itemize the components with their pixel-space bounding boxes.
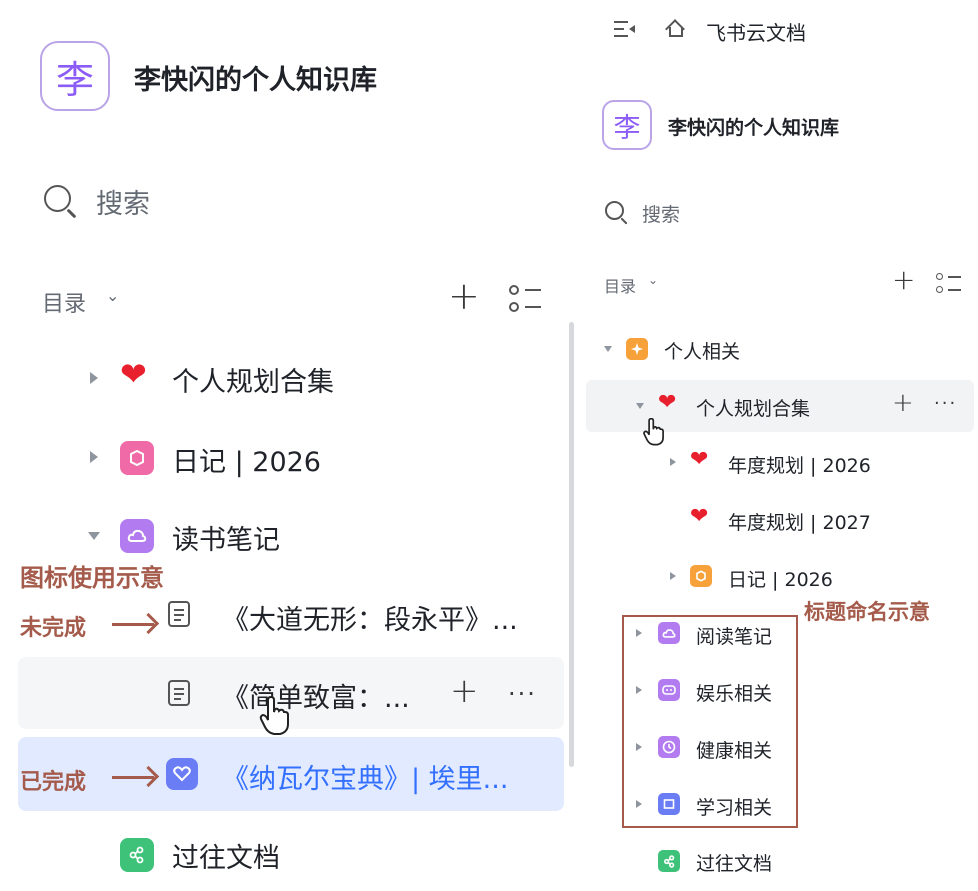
diary-icon	[120, 441, 154, 475]
tree-item-personal-plan[interactable]: 个人规划合集	[172, 360, 334, 399]
expand-toggle-icon[interactable]	[636, 629, 642, 637]
sparkle-icon	[626, 338, 648, 360]
tree-item-study[interactable]: 学习相关	[696, 793, 772, 820]
expand-toggle-icon[interactable]	[670, 458, 676, 466]
collapse-toggle-icon[interactable]	[88, 532, 100, 540]
collapse-sidebar-icon[interactable]	[614, 20, 636, 38]
tree-item-entertainment[interactable]: 娱乐相关	[696, 679, 772, 706]
left-zoomed-panel: 李 李快闪的个人知识库 搜索 目录 ⌄ + ❤ 个人规划合集 日记 | 2026…	[0, 0, 580, 891]
board-icon	[658, 793, 680, 815]
tree-item-personal-plan[interactable]: 个人规划合集	[696, 394, 810, 421]
search-icon[interactable]	[604, 200, 628, 225]
tree-item-past-docs[interactable]: 过往文档	[696, 849, 772, 876]
heart-icon: ❤	[690, 447, 709, 472]
right-sidebar-panel: 飞书云文档 李 李快闪的个人知识库 搜索 目录 ⌄ + 个人相关 ❤ 个人规划合…	[580, 0, 978, 891]
app-title[interactable]: 飞书云文档	[706, 17, 806, 46]
tree-item-past-docs[interactable]: 过往文档	[172, 836, 280, 875]
chevron-down-icon[interactable]: ⌄	[648, 273, 658, 287]
share-icon	[120, 838, 154, 872]
document-icon	[168, 601, 190, 627]
tree-item-diary[interactable]: 日记 | 2026	[728, 565, 833, 592]
expand-toggle-icon[interactable]	[636, 743, 642, 751]
tree-item-doc-dadao[interactable]: 《大道无形：段永平》...	[222, 598, 518, 637]
knowledge-base-title[interactable]: 李快闪的个人知识库	[668, 113, 839, 140]
gamepad-icon	[658, 679, 680, 701]
expand-toggle-icon[interactable]	[90, 372, 98, 384]
search-input[interactable]: 搜索	[96, 182, 150, 221]
cloud-icon	[658, 622, 680, 644]
scrollbar[interactable]	[569, 322, 574, 767]
home-icon[interactable]	[665, 18, 686, 39]
tree-item-reading-notes[interactable]: 阅读笔记	[696, 622, 772, 649]
more-options-button[interactable]: ···	[934, 393, 957, 414]
tree-item-doc-jiandan[interactable]: 《简单致富：...	[222, 676, 410, 715]
tree-item-health[interactable]: 健康相关	[696, 736, 772, 763]
expand-toggle-icon[interactable]	[670, 572, 676, 580]
chevron-down-icon[interactable]: ⌄	[106, 286, 119, 305]
expand-toggle-icon[interactable]	[90, 451, 98, 463]
heart-outline-icon	[166, 758, 198, 790]
document-icon	[168, 680, 190, 706]
knowledge-base-icon: 李	[40, 41, 110, 111]
share-icon	[658, 850, 680, 872]
cloud-icon	[120, 519, 154, 553]
list-view-icon[interactable]	[936, 272, 962, 294]
heart-icon: ❤	[658, 390, 677, 415]
knowledge-base-title[interactable]: 李快闪的个人知识库	[134, 58, 377, 97]
toc-label[interactable]: 目录	[604, 273, 636, 297]
expand-toggle-icon[interactable]	[636, 800, 642, 808]
arrow-right-icon	[112, 776, 154, 779]
search-input[interactable]: 搜索	[642, 200, 680, 227]
annotation-naming: 标题命名示意	[804, 600, 930, 624]
add-node-button[interactable]: +	[892, 266, 915, 294]
clock-icon	[658, 736, 680, 758]
collapse-toggle-icon[interactable]	[604, 346, 612, 352]
diary-icon	[690, 565, 712, 587]
tree-item-reading-notes[interactable]: 读书笔记	[172, 518, 280, 557]
tree-item-doc-naval[interactable]: 《纳瓦尔宝典》| 埃里...	[222, 757, 508, 796]
heart-icon: ❤	[690, 504, 709, 529]
tree-item-annual-2027[interactable]: 年度规划 | 2027	[728, 508, 871, 535]
add-child-button[interactable]: +	[450, 674, 479, 708]
heart-icon: ❤	[120, 355, 147, 393]
annotation-not-done: 未完成	[20, 616, 87, 641]
annotation-done: 已完成	[20, 770, 87, 795]
annotation-icon-usage: 图标使用示意	[20, 564, 164, 592]
more-options-button[interactable]: ···	[508, 680, 537, 708]
hand-cursor-icon	[643, 418, 664, 446]
arrow-right-icon	[112, 623, 154, 626]
hand-cursor-icon	[259, 696, 289, 735]
tree-item-annual-2026[interactable]: 年度规划 | 2026	[728, 451, 871, 478]
tree-item-diary[interactable]: 日记 | 2026	[172, 440, 321, 479]
search-icon[interactable]	[42, 183, 78, 219]
expand-toggle-icon[interactable]	[636, 686, 642, 694]
add-child-button[interactable]: +	[892, 390, 914, 416]
collapse-toggle-icon[interactable]	[636, 403, 644, 409]
tree-item-personal-related[interactable]: 个人相关	[664, 337, 740, 364]
list-view-icon[interactable]	[508, 283, 544, 315]
knowledge-base-icon: 李	[602, 100, 652, 150]
toc-label[interactable]: 目录	[42, 286, 86, 318]
add-node-button[interactable]: +	[448, 277, 480, 315]
